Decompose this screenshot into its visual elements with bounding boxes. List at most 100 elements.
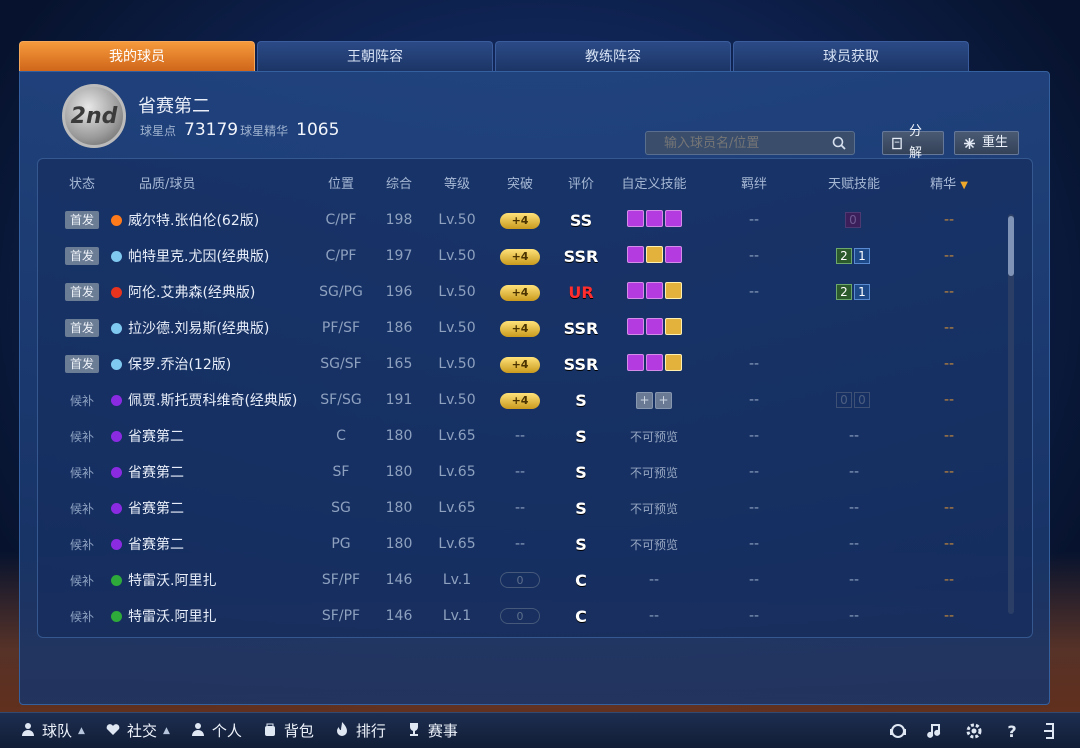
tab-1[interactable]: 王朝阵容 [257, 41, 493, 71]
skill-icon[interactable] [626, 245, 644, 263]
reborn-button[interactable]: 重生 [954, 131, 1019, 155]
position-cell: C/PF [325, 212, 357, 228]
rating-grade: SSR [563, 354, 599, 374]
skills-text: 不可预览 [629, 537, 678, 552]
skill-icon[interactable] [645, 245, 663, 263]
player-row[interactable]: 候补 省赛第二 SG 180 Lv.65 -- S 不可预览 -- -- -- [38, 490, 1008, 526]
status-cell: 候补 [53, 608, 111, 625]
player-row[interactable]: 候补 省赛第二 PG 180 Lv.65 -- S 不可预览 -- -- -- [38, 526, 1008, 562]
level-cell: Lv.50 [438, 212, 476, 228]
player-row[interactable]: 候补 佩贾.斯托贾科维奇(经典版) SF/SG 191 Lv.50 +4 S + + -- 0 0 -- [38, 382, 1008, 418]
bottom-nav-item[interactable]: 赛事 [406, 720, 458, 741]
player-row[interactable]: 首发 帕特里克.尤因(经典版) C/PF 197 Lv.50 +4 SSR -- 2 1 -- [38, 238, 1008, 274]
skill-icon[interactable] [626, 281, 644, 299]
breakthrough-cell: -- [487, 536, 553, 552]
rating-cell: S [553, 427, 609, 446]
bond-cell: -- [748, 212, 760, 228]
player-row[interactable]: 候补 特雷沃.阿里扎 SF/PF 146 Lv.1 0 C -- -- -- -- [38, 598, 1008, 634]
bottom-nav-item[interactable]: 排行 [334, 720, 386, 741]
overall-cell: 180 [385, 536, 413, 552]
bottom-nav-item[interactable]: 球队 ▲ [20, 720, 85, 741]
skill-icon[interactable] [645, 353, 663, 371]
skill-icons [626, 317, 682, 335]
skill-icon[interactable] [626, 353, 644, 371]
custom-skills-cell: -- [609, 572, 699, 588]
player-row[interactable]: 候补 省赛第二 SF 180 Lv.65 -- S 不可预览 -- -- -- [38, 454, 1008, 490]
bottom-nav-label: 背包 [283, 722, 314, 740]
player-name: 省赛第二 [111, 534, 311, 554]
help-icon[interactable]: ? [1002, 721, 1022, 745]
search-icon[interactable] [832, 136, 846, 150]
tab-3[interactable]: 球员获取 [733, 41, 969, 71]
talent-cell: 00 [809, 392, 899, 408]
level-cell: Lv.50 [438, 320, 476, 336]
exit-icon[interactable] [1040, 721, 1060, 745]
tab-0[interactable]: 我的球员 [19, 41, 255, 71]
breakthrough-cell: 0 [487, 572, 553, 588]
chevron-up-icon: ▲ [162, 725, 170, 736]
breakthrough-cell: +4 [487, 248, 553, 265]
skill-icon[interactable] [645, 209, 663, 227]
skill-icon[interactable] [664, 281, 682, 299]
trophy-icon [406, 721, 422, 741]
gear-icon[interactable] [964, 721, 984, 745]
status-cell: 首发 [53, 283, 111, 301]
table-header: 状态 品质/球员 位置 综合 等级 突破 评价 自定义技能 羁绊 天赋技能 精华… [38, 169, 1018, 201]
skill-icons [626, 209, 682, 227]
player-row[interactable]: 首发 威尔特.张伯伦(62版) C/PF 198 Lv.50 +4 SS -- 0 -- [38, 202, 1008, 238]
essence-value: 1065 [296, 120, 340, 140]
talent-level-box[interactable]: 2 [836, 284, 852, 300]
essence-cell: -- [943, 572, 955, 588]
bond-cell: -- [748, 392, 760, 408]
skill-icon[interactable] [645, 317, 663, 335]
breakthrough-badge: -- [514, 500, 526, 516]
player-row[interactable]: 首发 阿伦.艾弗森(经典版) SG/PG 196 Lv.50 +4 UR -- 2 1 -- [38, 274, 1008, 310]
bottom-nav-item[interactable]: 个人 [190, 720, 242, 741]
skill-icon[interactable] [664, 353, 682, 371]
talent-level-box[interactable]: 0 [845, 212, 861, 228]
player-row[interactable]: 候补 特雷沃.阿里扎 SF/PF 146 Lv.1 0 C -- -- -- -- [38, 562, 1008, 598]
player-name-text: 阿伦.艾弗森(经典版) [128, 285, 256, 301]
support-icon[interactable] [888, 721, 908, 745]
talent-level-box[interactable]: 0 [836, 392, 852, 408]
table-scrollbar[interactable] [1008, 214, 1014, 614]
level-cell: Lv.1 [442, 572, 472, 588]
scrollbar-thumb[interactable] [1008, 216, 1014, 276]
player-name-text: 省赛第二 [128, 537, 184, 553]
rating-cell: S [553, 499, 609, 518]
tab-2[interactable]: 教练阵容 [495, 41, 731, 71]
search-input[interactable] [646, 132, 826, 155]
sort-arrow-icon: ▼ [960, 180, 968, 191]
essence-cell: -- [943, 536, 955, 552]
skill-icon[interactable] [664, 317, 682, 335]
talent-level-box[interactable]: 2 [836, 248, 852, 264]
level-cell: Lv.65 [438, 464, 476, 480]
player-row[interactable]: 首发 拉沙德.刘易斯(经典版) PF/SF 186 Lv.50 +4 SSR -- [38, 310, 1008, 346]
position-cell: SF/PF [321, 608, 361, 624]
player-row[interactable]: 首发 保罗.乔治(12版) SG/SF 165 Lv.50 +4 SSR -- -- [38, 346, 1008, 382]
skill-icon[interactable] [645, 281, 663, 299]
music-icon[interactable] [926, 721, 946, 745]
player-name-cell: 威尔特.张伯伦(62版) [111, 210, 311, 230]
talent-level-box[interactable]: 1 [854, 284, 870, 300]
status-badge-sub: 候补 [69, 465, 94, 480]
bond-cell: -- [748, 356, 760, 372]
breakthrough-badge: -- [514, 428, 526, 444]
add-skill-icon[interactable]: + [655, 391, 672, 409]
player-row[interactable]: 候补 省赛第二 C 180 Lv.65 -- S 不可预览 -- -- -- [38, 418, 1008, 454]
header-breakthrough: 突破 [506, 177, 533, 192]
bottom-nav-label: 个人 [211, 722, 242, 740]
header-essence[interactable]: 精华 ▼ [899, 169, 999, 201]
skill-icon[interactable] [664, 209, 682, 227]
talent-level-box[interactable]: 0 [854, 392, 870, 408]
add-skill-icon[interactable]: + [636, 391, 653, 409]
skill-icon[interactable] [626, 317, 644, 335]
player-name-cell: 阿伦.艾弗森(经典版) [111, 282, 311, 302]
decompose-button[interactable]: 分解 [882, 124, 944, 161]
player-name-text: 省赛第二 [128, 465, 184, 481]
talent-level-box[interactable]: 1 [854, 248, 870, 264]
bottom-nav-item[interactable]: 社交 ▲ [105, 720, 170, 741]
bottom-nav-item[interactable]: 背包 [262, 720, 314, 741]
skill-icon[interactable] [664, 245, 682, 263]
skill-icon[interactable] [626, 209, 644, 227]
